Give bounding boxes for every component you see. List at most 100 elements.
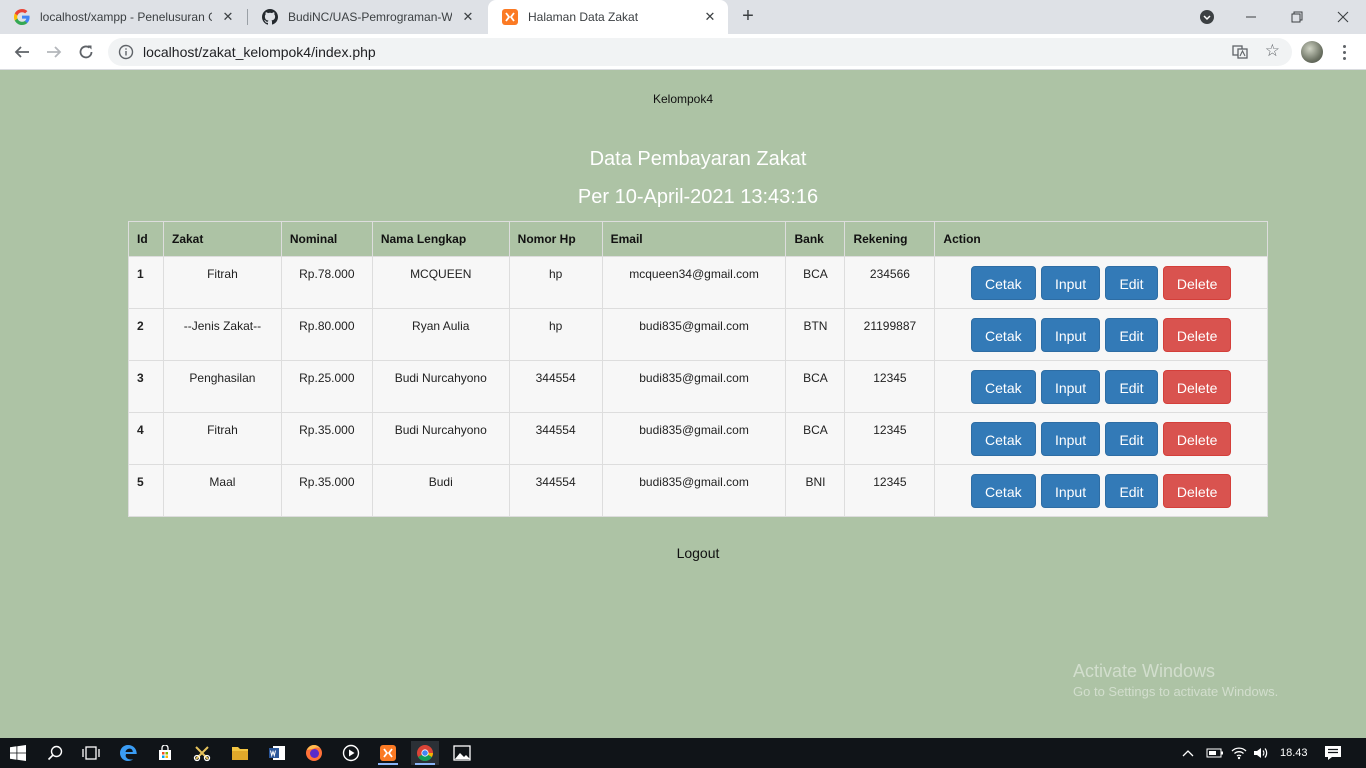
cell-nama: MCQUEEN [371, 256, 510, 309]
snipping-tool-icon[interactable] [188, 741, 216, 765]
cell-zakat: Maal [162, 464, 282, 517]
close-icon[interactable]: ✕ [220, 9, 236, 25]
close-window-icon[interactable] [1320, 0, 1366, 34]
cetak-button[interactable]: Cetak [971, 318, 1036, 352]
edge-icon[interactable] [114, 741, 142, 765]
activate-windows-watermark: Activate Windows Go to Settings to activ… [1073, 661, 1278, 699]
brand-text: Kelompok4 [652, 92, 714, 106]
delete-button[interactable]: Delete [1162, 474, 1232, 508]
delete-button[interactable]: Delete [1162, 370, 1232, 404]
edit-button[interactable]: Edit [1105, 318, 1158, 352]
tab-search-icon[interactable] [1184, 0, 1230, 34]
page-body: Kelompok4 Data Pembayaran Zakat Per 10-A… [0, 70, 1366, 738]
delete-button[interactable]: Delete [1162, 318, 1232, 352]
edit-button[interactable]: Edit [1105, 370, 1158, 404]
task-view-icon[interactable] [77, 741, 105, 765]
back-icon[interactable] [8, 38, 36, 66]
new-tab-icon[interactable]: + [736, 5, 760, 29]
watermark-title: Activate Windows [1073, 661, 1216, 681]
edit-button[interactable]: Edit [1105, 422, 1158, 456]
windows-start-icon[interactable] [4, 741, 32, 765]
tab-google-search[interactable]: localhost/xampp - Penelusuran G ✕ [0, 0, 246, 34]
column-header-id: Id [128, 221, 164, 257]
cell-bank: BCA [785, 412, 846, 465]
firefox-icon[interactable] [300, 741, 328, 765]
show-hidden-icons[interactable] [1182, 738, 1194, 768]
column-header-action: Action [934, 221, 1268, 257]
cetak-button[interactable]: Cetak [971, 422, 1036, 456]
forward-icon[interactable] [40, 38, 68, 66]
browser-menu-icon[interactable] [1336, 40, 1352, 64]
input-button[interactable]: Input [1040, 474, 1101, 508]
cell-rekening: 12345 [844, 464, 936, 517]
cetak-button[interactable]: Cetak [971, 370, 1036, 404]
close-icon[interactable]: ✕ [702, 9, 718, 25]
cell-rekening: 21199887 [844, 308, 936, 361]
page-date: Per 10-April-2021 13:43:16 [577, 186, 819, 208]
tab-halaman-data-zakat[interactable]: Halaman Data Zakat ✕ [488, 0, 728, 34]
battery-icon[interactable] [1206, 738, 1224, 768]
profile-avatar[interactable] [1301, 41, 1323, 63]
cell-nama: Budi [371, 464, 510, 517]
cell-bank: BCA [785, 360, 846, 413]
cell-hp: hp [508, 308, 603, 361]
input-button[interactable]: Input [1040, 318, 1101, 352]
translate-icon[interactable] [1232, 44, 1248, 60]
minimize-icon[interactable] [1228, 0, 1274, 34]
column-header-nominal: Nominal [280, 221, 373, 257]
wifi-icon[interactable] [1231, 738, 1247, 768]
delete-button[interactable]: Delete [1162, 422, 1232, 456]
address-bar[interactable]: localhost/zakat_kelompok4/index.php ☆ [108, 38, 1292, 66]
cell-zakat: Penghasilan [162, 360, 282, 413]
watermark-subtitle: Go to Settings to activate Windows. [1073, 684, 1279, 699]
search-icon[interactable] [41, 741, 69, 765]
file-explorer-icon[interactable] [226, 741, 254, 765]
cell-zakat: --Jenis Zakat-- [162, 308, 282, 361]
clock[interactable]: 18.43 [1280, 738, 1308, 768]
cell-id: 5 [128, 464, 164, 517]
column-header-rekening: Rekening [844, 221, 936, 257]
cell-bank: BTN [785, 308, 846, 361]
restore-icon[interactable] [1274, 0, 1320, 34]
close-icon[interactable]: ✕ [460, 9, 476, 25]
reload-icon[interactable] [72, 38, 100, 66]
cell-actions: Cetak Input Edit Delete [934, 412, 1268, 465]
cell-id: 1 [128, 256, 164, 309]
column-header-hp: Nomor Hp [508, 221, 603, 257]
cell-id: 3 [128, 360, 164, 413]
input-button[interactable]: Input [1040, 266, 1101, 300]
delete-button[interactable]: Delete [1162, 266, 1232, 300]
column-header-email: Email [601, 221, 787, 257]
word-icon[interactable] [263, 741, 291, 765]
xampp-taskbar-icon[interactable] [374, 741, 402, 765]
tab-title: BudiNC/UAS-Pemrograman-Web [288, 10, 452, 24]
taskbar: 18.43 [0, 738, 1366, 768]
photos-icon[interactable] [448, 741, 476, 765]
cetak-button[interactable]: Cetak [971, 266, 1036, 300]
notifications-icon[interactable] [1324, 738, 1342, 768]
bookmark-star-icon[interactable]: ☆ [1265, 42, 1280, 60]
cell-actions: Cetak Input Edit Delete [934, 360, 1268, 413]
cell-email: budi835@gmail.com [601, 464, 787, 517]
cell-actions: Cetak Input Edit Delete [934, 256, 1268, 309]
cell-zakat: Fitrah [162, 256, 282, 309]
cell-actions: Cetak Input Edit Delete [934, 308, 1268, 361]
cetak-button[interactable]: Cetak [971, 474, 1036, 508]
edit-button[interactable]: Edit [1105, 474, 1158, 508]
chrome-icon[interactable] [411, 741, 439, 765]
tab-github[interactable]: BudiNC/UAS-Pemrograman-Web ✕ [248, 0, 486, 34]
store-icon[interactable] [151, 741, 179, 765]
edit-button[interactable]: Edit [1105, 266, 1158, 300]
input-button[interactable]: Input [1040, 422, 1101, 456]
cell-hp: 344554 [508, 412, 603, 465]
logout-link[interactable]: Logout [0, 545, 1366, 561]
input-button[interactable]: Input [1040, 370, 1101, 404]
media-player-icon[interactable] [337, 741, 365, 765]
table-row: 1 Fitrah Rp.78.000 MCQUEEN hp mcqueen34@… [128, 256, 1268, 309]
volume-icon[interactable] [1253, 738, 1269, 768]
cell-id: 2 [128, 308, 164, 361]
tab-strip: localhost/xampp - Penelusuran G ✕ BudiNC… [0, 0, 1366, 34]
info-icon[interactable] [118, 44, 134, 60]
cell-rekening: 234566 [844, 256, 936, 309]
table-header-row: Id Zakat Nominal Nama Lengkap Nomor Hp E… [128, 221, 1268, 257]
